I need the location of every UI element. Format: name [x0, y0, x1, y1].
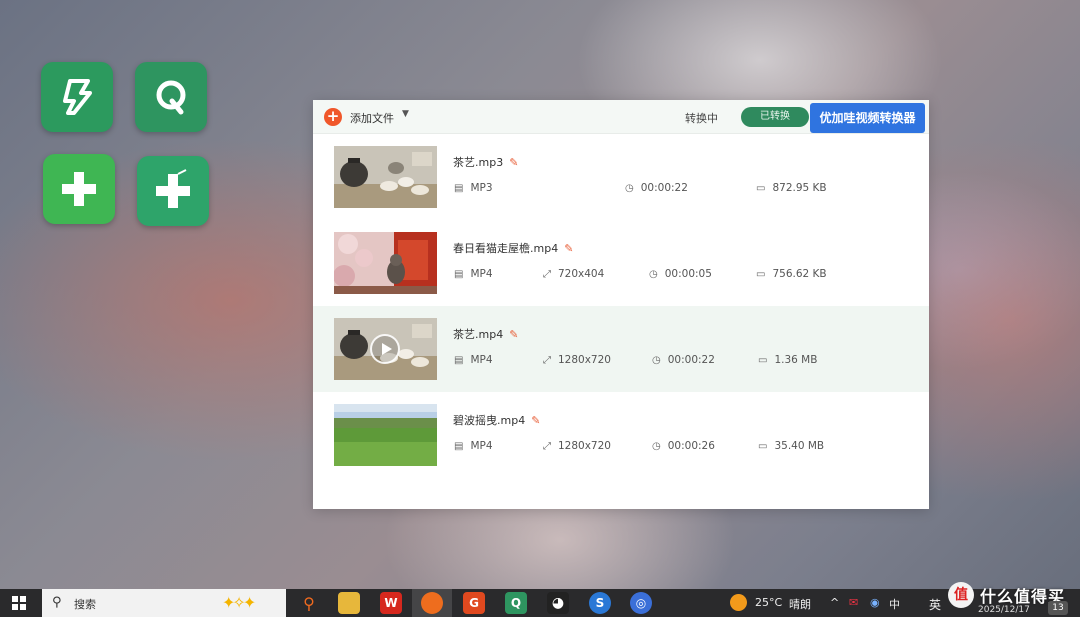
q-logo-icon: [156, 80, 186, 115]
file-size: 756.62 KB: [772, 268, 827, 280]
clock-icon: ◷: [625, 182, 634, 194]
film-icon: ▤: [454, 440, 464, 452]
ime-language[interactable]: 英: [929, 596, 941, 613]
clock-icon: ◷: [652, 354, 661, 366]
folder-icon: ▭: [758, 354, 768, 366]
file-duration: 00:00:05: [664, 268, 712, 280]
desktop-app-video-icon[interactable]: [41, 62, 113, 132]
taskbar-edge-icon[interactable]: ◎: [630, 592, 652, 614]
file-duration: 00:00:22: [640, 182, 688, 194]
file-thumbnail: [334, 146, 437, 208]
tray-browser-icon[interactable]: ◉: [870, 596, 880, 609]
file-name: 茶艺.mp3: [453, 156, 504, 169]
green-plus-gradient-icon: [156, 169, 190, 208]
sparkle-icon[interactable]: ✦✧✦: [222, 593, 256, 612]
film-icon: ▤: [454, 268, 464, 280]
pencil-icon[interactable]: ✎: [509, 156, 518, 169]
pencil-icon[interactable]: ✎: [564, 242, 573, 255]
taskbar-app-red-icon[interactable]: G: [463, 592, 485, 614]
film-icon: ▤: [454, 182, 464, 194]
watermark: 值 什么值得买 2025/12/17 13: [948, 580, 1080, 617]
file-duration: 00:00:26: [667, 440, 715, 452]
file-size: 872.95 KB: [772, 182, 827, 194]
pencil-icon[interactable]: ✎: [531, 414, 540, 427]
converter-window: + 添加文件 ▼ 转换中 已转换 优加哇视频转换器 茶艺.mp3 ✎ ▤ MP3 ◷…: [313, 100, 929, 509]
weather-sun-icon[interactable]: [730, 594, 747, 611]
clock-icon: ◷: [652, 440, 661, 452]
folder-icon: ▭: [758, 440, 768, 452]
folder-icon: ▭: [756, 182, 766, 194]
list-item[interactable]: 碧波摇曳.mp4 ✎ ▤ MP4 ⤢ 1280x720 ◷ 00:00:26 ▭ 35.4…: [313, 392, 929, 478]
desktop-app-q-icon[interactable]: [135, 62, 207, 132]
tray-app-icon[interactable]: ✉: [849, 596, 858, 609]
taskbar-search-app-icon[interactable]: ⚲: [298, 592, 320, 614]
taskbar-q-app-icon[interactable]: Q: [505, 592, 527, 614]
file-thumbnail: [334, 404, 437, 466]
file-size: 35.40 MB: [774, 440, 825, 452]
search-placeholder: 搜索: [74, 598, 96, 611]
file-size: 1.36 MB: [774, 354, 818, 366]
taskbar-search[interactable]: ⚲ 搜索 ✦✧✦: [42, 589, 286, 617]
taskbar-wps-icon[interactable]: W: [380, 592, 402, 614]
list-item[interactable]: 春日看猫走屋檐.mp4 ✎ ▤ MP4 ⤢ 720x404 ◷ 00:00:05 ▭ 75…: [313, 220, 929, 306]
file-format: MP4: [470, 440, 493, 452]
watermark-logo-icon: 值: [948, 582, 974, 608]
clock-date[interactable]: 2025/12/17: [978, 605, 1030, 615]
list-item[interactable]: 茶艺.mp4 ✎ ▤ MP4 ⤢ 1280x720 ◷ 00:00:22 ▭ 1.36 M…: [313, 306, 929, 392]
search-icon: ⚲: [52, 595, 62, 610]
film-icon: ▤: [454, 354, 464, 366]
file-name: 碧波摇曳.mp4: [453, 414, 526, 427]
taskbar-qq-icon[interactable]: ◕: [547, 592, 569, 614]
file-resolution: 720x404: [558, 268, 605, 280]
resolution-icon: ⤢: [543, 354, 551, 366]
green-plus-icon: [62, 172, 96, 206]
weather-desc[interactable]: 晴朗: [789, 596, 811, 612]
resolution-icon: ⤢: [543, 440, 551, 452]
clock-icon: ◷: [649, 268, 658, 280]
file-name: 茶艺.mp4: [453, 328, 504, 341]
file-format: MP4: [470, 268, 493, 280]
add-file-button[interactable]: 添加文件: [350, 110, 394, 126]
file-format: MP4: [470, 354, 493, 366]
taskbar: ⚲ 搜索 ✦✧✦ ⚲ W G Q ◕ S ◎ 25°C 晴朗 ^ ✉ ◉ 中 英: [0, 589, 1080, 617]
chevron-down-icon[interactable]: ▼: [402, 109, 409, 119]
folder-icon: ▭: [756, 268, 766, 280]
pencil-icon[interactable]: ✎: [509, 328, 518, 341]
desktop-app-plus-icon[interactable]: [43, 154, 115, 224]
toolbar: + 添加文件 ▼ 转换中 已转换 优加哇视频转换器: [313, 100, 929, 134]
tab-converting[interactable]: 转换中: [685, 110, 718, 126]
file-name: 春日看猫走屋檐.mp4: [453, 242, 559, 255]
add-file-icon[interactable]: +: [324, 108, 342, 126]
file-duration: 00:00:22: [667, 354, 715, 366]
windows-start-icon[interactable]: [12, 596, 26, 610]
ime-mode[interactable]: 中: [889, 596, 900, 612]
file-resolution: 1280x720: [558, 354, 611, 366]
list-item[interactable]: 茶艺.mp3 ✎ ▤ MP3 ◷ 00:00:22 ▭ 872.95 KB: [313, 134, 929, 220]
brand-button[interactable]: 优加哇视频转换器: [810, 103, 925, 133]
taskbar-firefox-icon[interactable]: [421, 592, 443, 614]
desktop-app-plus-gradient-icon[interactable]: [137, 156, 209, 226]
video-logo-icon: [63, 79, 92, 115]
taskbar-browser-icon[interactable]: S: [589, 592, 611, 614]
notification-badge[interactable]: 13: [1048, 601, 1068, 615]
file-thumbnail: [334, 232, 437, 294]
file-resolution: 1280x720: [558, 440, 611, 452]
tab-converted[interactable]: 已转换: [741, 107, 809, 127]
chevron-up-icon[interactable]: ^: [830, 596, 839, 609]
resolution-icon: ⤢: [543, 268, 551, 280]
play-icon[interactable]: [370, 334, 400, 364]
weather-temp[interactable]: 25°C: [755, 596, 782, 609]
file-format: MP3: [470, 182, 493, 194]
taskbar-file-explorer-icon[interactable]: [338, 592, 360, 614]
file-thumbnail[interactable]: [334, 318, 437, 380]
